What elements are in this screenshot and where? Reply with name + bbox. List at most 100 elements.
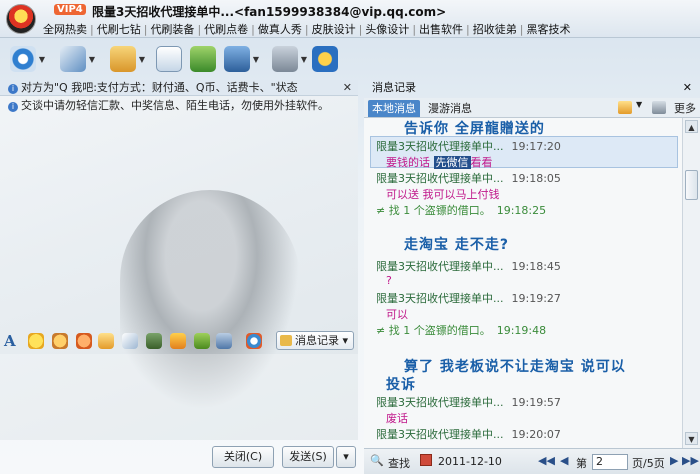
message-body: 可以 — [386, 308, 408, 321]
signature-link[interactable]: 代刷点卷 — [201, 21, 251, 37]
vip-badge: VIP4 — [54, 4, 86, 15]
tab-roaming-messages[interactable]: 漫游消息 — [424, 100, 476, 117]
sender-name[interactable]: 限量3天招收代理接单中... — [376, 260, 504, 273]
close-history-icon[interactable]: ✕ — [683, 78, 692, 98]
sender-name[interactable]: 限量3天招收代理接单中... — [376, 396, 504, 409]
scroll-down-icon[interactable]: ▼ — [685, 432, 698, 445]
message-record-button[interactable]: 消息记录 ▾ — [276, 331, 354, 350]
message-body: 废话 — [386, 412, 408, 425]
signature-link[interactable]: 黑客技术 — [523, 21, 573, 37]
message-text-large: 走淘宝 走不走? — [404, 237, 509, 253]
message-sender-line: 限量3天招收代理接单中... 19:18:05 — [376, 170, 561, 186]
font-icon[interactable]: A — [4, 333, 20, 349]
emoji-icon[interactable] — [28, 333, 44, 349]
signature-link[interactable]: 出售软件 — [416, 21, 466, 37]
record-menu-icon[interactable] — [618, 101, 632, 114]
avatar[interactable] — [6, 4, 36, 34]
calendar-icon[interactable] — [420, 454, 432, 466]
message-history-panel: 消息记录 ✕ 本地消息 漫游消息 ▼ 更多 告诉你 全屏龍贈送的 限量3天招收代理… — [364, 78, 700, 474]
message-time: 19:20:07 — [511, 428, 561, 441]
message-sender-line: 限量3天招收代理接单中... 19:19:27 — [376, 290, 561, 306]
message-body: ? — [386, 274, 392, 287]
page-input[interactable]: 2 — [592, 454, 628, 470]
title-bar: VIP4 限量3天招收代理接单中...<fan1599938384@vip.qq… — [0, 0, 700, 38]
scroll-thumb[interactable] — [685, 170, 698, 200]
chevron-down-icon[interactable]: ▼ — [636, 100, 642, 109]
date-label: 2011-12-10 — [438, 455, 502, 468]
close-notice-icon[interactable]: ✕ — [343, 80, 352, 95]
hand-icon[interactable] — [98, 333, 114, 349]
music-icon[interactable] — [170, 333, 186, 349]
message-time: 19:18:25 — [496, 204, 547, 217]
send-bar: 关闭(C) 发送(S) ▾ — [0, 442, 360, 474]
page-suffix: 页/5页 — [632, 457, 665, 470]
screenshot-icon[interactable] — [216, 333, 232, 349]
message-time: 19:18:05 — [511, 172, 561, 185]
prev-page-icon[interactable]: ◀ — [560, 454, 568, 467]
message-list: 告诉你 全屏龍贈送的 限量3天招收代理接单中... 19:17:20 要钱的话 先微信… — [364, 118, 682, 448]
search-icon[interactable]: 🔍 — [370, 454, 384, 467]
group-icon[interactable]: ▼ — [224, 46, 259, 72]
send-button[interactable]: 发送(S) — [282, 446, 334, 468]
image-icon[interactable] — [146, 333, 162, 349]
next-page-icon[interactable]: ▶ — [670, 454, 678, 467]
signature-link[interactable]: 代刷装备 — [147, 21, 197, 37]
message-text-large: 算了 我老板说不让走淘宝 说可以 — [404, 359, 626, 375]
tab-local-messages[interactable]: 本地消息 — [368, 100, 420, 117]
sender-name[interactable]: 限量3天招收代理接单中... — [376, 428, 504, 441]
message-text-large: 投诉 — [386, 377, 416, 393]
message-time: 19:19:48 — [496, 324, 547, 337]
system-text: 找 1 个盗镖的借口。 — [388, 204, 491, 217]
sms-icon[interactable] — [190, 46, 216, 72]
email-icon[interactable] — [156, 46, 182, 72]
speaker-icon[interactable] — [652, 101, 666, 114]
shake-icon[interactable] — [76, 333, 92, 349]
chat-panel: i 对方为"Q 我吧:支付方式：财付通、Q币、话费卡、"状态 ✕ i 交谈中请勿轻信… — [0, 80, 358, 440]
selected-text: 先微信 — [433, 156, 471, 169]
system-icon: ≠ — [376, 204, 389, 217]
signature-link[interactable]: 全网热卖 — [40, 21, 90, 37]
qq-show-icon[interactable] — [246, 333, 262, 349]
voice-call-icon[interactable]: ▼ — [60, 46, 95, 72]
sender-name[interactable]: 限量3天招收代理接单中... — [376, 292, 504, 305]
message-input[interactable] — [0, 354, 358, 440]
qzone-icon[interactable] — [312, 46, 338, 72]
sender-name[interactable]: 限量3天招收代理接单中... — [376, 140, 504, 153]
page-prefix: 第 — [576, 457, 587, 470]
close-button[interactable]: 关闭(C) — [212, 446, 274, 468]
first-page-icon[interactable]: ◀◀ — [538, 454, 555, 467]
signature-link[interactable]: 头像设计 — [362, 21, 412, 37]
contact-notice: i 对方为"Q 我吧:支付方式：财付通、Q币、话费卡、"状态 ✕ — [0, 80, 358, 96]
last-page-icon[interactable]: ▶▶ — [682, 454, 699, 467]
search-label[interactable]: 查找 — [388, 455, 410, 471]
signature-link[interactable]: 做真人秀 — [255, 21, 305, 37]
message-time: 19:19:27 — [511, 292, 561, 305]
signature-link[interactable]: 代刷七钻 — [94, 21, 144, 37]
security-text: 交谈中请勿轻信汇款、中奖信息、陌生电话，勿使用外挂软件。 — [21, 99, 329, 112]
system-icon: ≠ — [376, 324, 389, 337]
message-body: 可以送 我可以马上付钱 — [386, 188, 500, 201]
system-message: ≠ 找 1 个盗镖的借口。 19:19:48 — [376, 322, 546, 338]
signature-link[interactable]: 皮肤设计 — [309, 21, 359, 37]
message-time: 19:18:45 — [511, 260, 561, 273]
message-time: 19:17:20 — [511, 140, 561, 153]
sender-name[interactable]: 限量3天招收代理接单中... — [376, 172, 504, 185]
message-body: 要钱的话 先微信 看看 — [386, 156, 493, 169]
chat-toolbar: ▼ ▼ ▼ ▼ ▼ — [0, 42, 360, 78]
send-options-button[interactable]: ▾ — [336, 446, 356, 468]
security-notice: i 交谈中请勿轻信汇款、中奖信息、陌生电话，勿使用外挂软件。 — [0, 98, 358, 114]
history-tabs: 本地消息 漫游消息 ▼ 更多 — [364, 98, 700, 118]
history-scrollbar[interactable]: ▲ ▼ — [682, 118, 700, 448]
scroll-up-icon[interactable]: ▲ — [685, 120, 698, 133]
video-call-icon[interactable]: ▼ — [10, 46, 45, 72]
magic-face-icon[interactable] — [52, 333, 68, 349]
gift-icon[interactable] — [194, 333, 210, 349]
info-icon: i — [8, 102, 18, 112]
handwriting-icon[interactable] — [122, 333, 138, 349]
signature-link[interactable]: 招收徒弟 — [470, 21, 520, 37]
record-icon — [280, 335, 292, 346]
system-text: 找 1 个盗镖的借口。 — [388, 324, 491, 337]
app-box-icon[interactable]: ▼ — [272, 46, 307, 72]
more-link[interactable]: 更多 — [674, 100, 696, 116]
send-file-icon[interactable]: ▼ — [110, 46, 145, 72]
